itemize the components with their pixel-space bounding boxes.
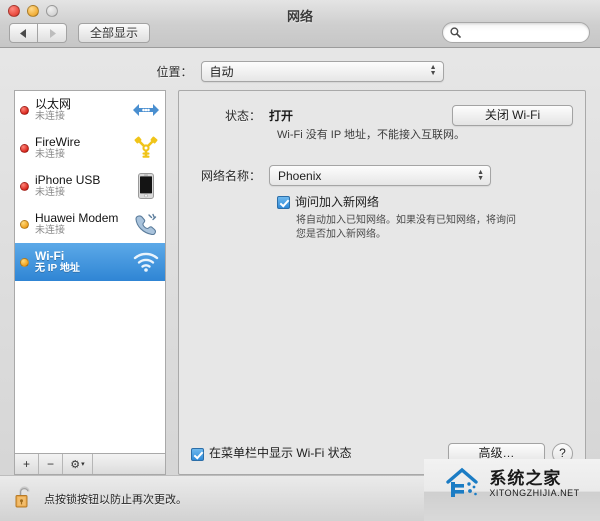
- show-all-button[interactable]: 全部显示: [78, 23, 151, 43]
- interface-status: 未连接: [35, 225, 65, 236]
- status-label: 状态：: [224, 109, 261, 123]
- watermark-title: 系统之家: [489, 469, 562, 488]
- ask-join-label: 询问加入新网络: [295, 195, 380, 209]
- title-bar: 网络 全部显示: [0, 0, 600, 48]
- status-note: Wi-Fi 没有 IP 地址，不能接入互联网。: [277, 129, 466, 141]
- location-dropdown[interactable]: 自动 ▲ ▼: [200, 60, 444, 82]
- location-label: 位置：: [156, 64, 193, 79]
- network-preferences-window: 网络 全部显示 位置： 自动 ▲ ▼ 以太网 未连接 FireWire 未连接 …: [0, 0, 600, 521]
- interface-text: 以太网 未连接: [35, 97, 133, 123]
- content-area: 以太网 未连接 FireWire 未连接 iPhone USB 未连接 Huaw…: [0, 90, 600, 475]
- interface-text: Huawei Modem 未连接: [35, 211, 133, 237]
- list-item[interactable]: FireWire 未连接: [15, 129, 165, 167]
- remove-interface-button[interactable]: −: [39, 454, 63, 474]
- wifi-icon: [133, 249, 159, 275]
- sidebar-item-wifi[interactable]: Wi-Fi 无 IP 地址: [15, 243, 165, 281]
- lock-hint-text: 点按锁按钮以防止再次更改。: [44, 493, 187, 506]
- search-field[interactable]: [442, 22, 590, 43]
- ask-join-checkbox[interactable]: [277, 196, 290, 209]
- list-item[interactable]: Huawei Modem 未连接: [15, 205, 165, 243]
- ask-join-help-text: 将自动加入已知网络。如果没有已知网络，将询问您是否加入新网络。: [296, 215, 516, 240]
- location-row: 位置： 自动 ▲ ▼: [0, 48, 600, 90]
- watermark-text: 系统之家 XITONGZHIJIA.NET: [489, 469, 579, 499]
- wifi-toggle-button[interactable]: 关闭 Wi-Fi: [452, 105, 573, 126]
- interface-status: 未连接: [35, 111, 65, 122]
- modem-icon: [133, 211, 159, 237]
- ethernet-icon: [133, 97, 159, 123]
- status-dot-amber: [20, 257, 29, 267]
- menubar-status-checkbox[interactable]: [191, 447, 204, 461]
- interface-list[interactable]: 以太网 未连接 FireWire 未连接 iPhone USB 未连接 Huaw…: [14, 90, 166, 453]
- sidebar: 以太网 未连接 FireWire 未连接 iPhone USB 未连接 Huaw…: [14, 90, 166, 475]
- interface-status: 未连接: [35, 149, 65, 160]
- status-dot-red: [20, 105, 29, 115]
- back-button[interactable]: [9, 23, 38, 43]
- sidebar-toolbar: + − ⚙ ▾: [14, 453, 166, 475]
- wifi-settings-panel: 状态： 打开 关闭 Wi-Fi Wi-Fi 没有 IP 地址，不能接入互联网。 …: [178, 90, 586, 475]
- interface-status: 无 IP 地址: [35, 263, 80, 274]
- status-dot-red: [20, 143, 29, 153]
- chevron-right-icon: [49, 28, 56, 38]
- network-name-dropdown[interactable]: Phoenix ▲ ▼: [269, 165, 491, 186]
- add-interface-button[interactable]: +: [15, 454, 39, 474]
- interface-text: iPhone USB 未连接: [35, 173, 133, 199]
- list-item[interactable]: 以太网 未连接: [15, 91, 165, 129]
- gear-icon: ⚙: [70, 458, 81, 471]
- chevron-down-icon: ▾: [81, 461, 85, 468]
- forward-button[interactable]: [38, 23, 67, 43]
- unlocked-padlock-icon[interactable]: [14, 485, 36, 512]
- interface-text: Wi-Fi 无 IP 地址: [35, 249, 133, 275]
- stepper-arrows-icon: ▲ ▼: [477, 168, 484, 182]
- interface-name: iPhone USB: [35, 173, 101, 187]
- navigation-segmented-control: [9, 23, 67, 43]
- interface-name: 以太网: [35, 97, 72, 111]
- firewire-icon: [133, 135, 159, 161]
- interface-actions-button[interactable]: ⚙ ▾: [63, 454, 93, 474]
- interface-text: FireWire 未连接: [35, 135, 133, 161]
- location-value: 自动: [209, 64, 234, 79]
- interface-name: Wi-Fi: [35, 249, 65, 263]
- watermark-logo-icon: [446, 467, 479, 497]
- menubar-status-row[interactable]: 在菜单栏中显示 Wi-Fi 状态: [191, 446, 352, 461]
- watermark-url: XITONGZHIJIA.NET: [489, 488, 580, 498]
- status-value: 打开: [269, 109, 294, 123]
- network-name-row: 网络名称： Phoenix ▲ ▼: [191, 165, 573, 186]
- search-input[interactable]: [465, 26, 585, 39]
- interface-name: FireWire: [35, 135, 81, 149]
- chevron-left-icon: [20, 28, 26, 38]
- status-dot-amber: [20, 219, 29, 229]
- interface-status: 未连接: [35, 187, 65, 198]
- network-name-label: 网络名称：: [200, 169, 261, 183]
- iphone-icon: [133, 173, 159, 199]
- sidebar-toolbar-spacer: [93, 454, 165, 474]
- stepper-arrows-icon: ▲ ▼: [429, 64, 437, 77]
- status-dot-red: [20, 181, 29, 191]
- menubar-status-label: 在菜单栏中显示 Wi-Fi 状态: [209, 446, 352, 460]
- network-name-value: Phoenix: [278, 168, 322, 183]
- interface-name: Huawei Modem: [35, 211, 119, 225]
- ask-join-row[interactable]: 询问加入新网络: [277, 195, 573, 210]
- search-icon: [450, 27, 461, 38]
- watermark: 系统之家 XITONGZHIJIA.NET: [424, 459, 600, 521]
- list-item[interactable]: iPhone USB 未连接: [15, 167, 165, 205]
